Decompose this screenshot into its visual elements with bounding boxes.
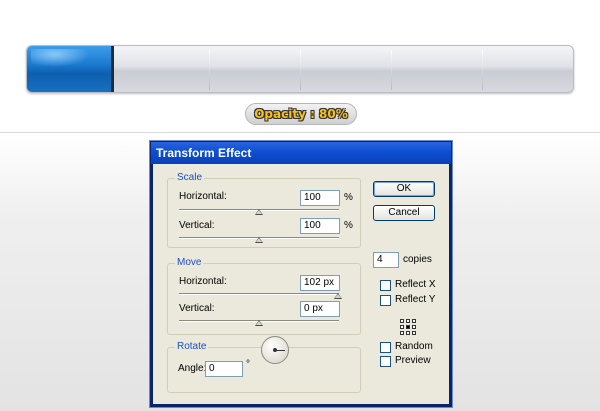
transform-effect-dialog: Transform Effect Scale Horizontal: 100 %… [150,141,452,407]
scale-vertical-label: Vertical: [179,220,215,231]
scale-horizontal-input[interactable]: 100 [300,190,340,206]
scale-horizontal-slider-thumb[interactable] [255,209,263,215]
ok-button[interactable]: OK [373,181,435,197]
scale-horizontal-unit: % [344,192,353,203]
progress-bar-fill [27,46,115,92]
ref-point[interactable] [400,331,404,335]
move-vertical-input[interactable]: 0 px [300,301,340,317]
angle-label: Angle: [178,363,207,374]
scale-vertical-input[interactable]: 100 [300,218,340,234]
move-horizontal-label: Horizontal: [179,276,227,287]
progress-divider [482,50,483,90]
ref-point[interactable] [412,331,416,335]
move-group-title: Move [175,257,204,268]
ref-point[interactable] [406,319,410,323]
progress-divider [209,50,210,90]
dial-center [273,348,277,352]
banner-area: Opacity : 80% [0,0,600,133]
scale-vertical-unit: % [344,220,353,231]
reference-point-icon[interactable] [399,318,416,335]
progress-divider [391,50,392,90]
reflect-x-checkbox[interactable] [380,280,391,291]
ref-point[interactable] [412,319,416,323]
move-vertical-label: Vertical: [179,303,215,314]
move-group: Move Horizontal: 102 px Vertical: 0 px [167,257,361,335]
move-horizontal-input[interactable]: 102 px [300,275,340,291]
opacity-label: Opacity : 80% [245,103,357,125]
scale-vertical-slider-thumb[interactable] [255,237,263,243]
ref-point[interactable] [412,325,416,329]
copies-label: copies [403,254,432,265]
move-horizontal-slider-thumb[interactable] [334,293,342,299]
copies-input[interactable]: 4 [373,252,399,268]
move-horizontal-slider-track[interactable] [179,293,339,295]
angle-input[interactable]: 0 [205,361,243,377]
ref-point[interactable] [406,331,410,335]
ref-point-selected[interactable] [406,325,410,329]
ref-point[interactable] [400,319,404,323]
dialog-body: Scale Horizontal: 100 % Vertical: 100 % … [153,164,449,404]
cancel-button[interactable]: Cancel [373,205,435,221]
ref-point[interactable] [400,325,404,329]
scale-horizontal-label: Horizontal: [179,191,227,202]
move-vertical-slider-thumb[interactable] [255,320,263,326]
preview-label: Preview [395,355,431,366]
preview-checkbox[interactable] [380,356,391,367]
random-checkbox[interactable] [380,342,391,353]
rotate-group-title: Rotate [175,341,209,352]
reflect-y-label: Reflect Y [395,294,436,305]
scale-group: Scale Horizontal: 100 % Vertical: 100 % [167,172,361,248]
dialog-title[interactable]: Transform Effect [151,142,451,164]
angle-unit: ° [246,359,250,370]
reflect-x-label: Reflect X [395,279,436,290]
scale-group-title: Scale [175,172,205,183]
progress-bar [26,45,574,93]
reflect-y-checkbox[interactable] [380,295,391,306]
random-label: Random [395,341,433,352]
angle-dial[interactable] [261,336,289,364]
progress-divider [300,50,301,90]
